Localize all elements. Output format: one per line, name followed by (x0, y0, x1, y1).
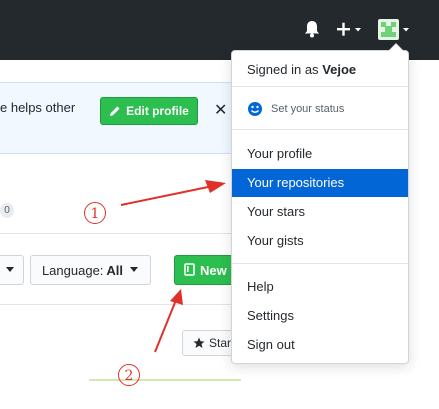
annotation-arrows (120, 180, 226, 353)
annotation-marker-2: 2 (118, 364, 140, 386)
annotation-marker-1: 1 (84, 202, 106, 224)
